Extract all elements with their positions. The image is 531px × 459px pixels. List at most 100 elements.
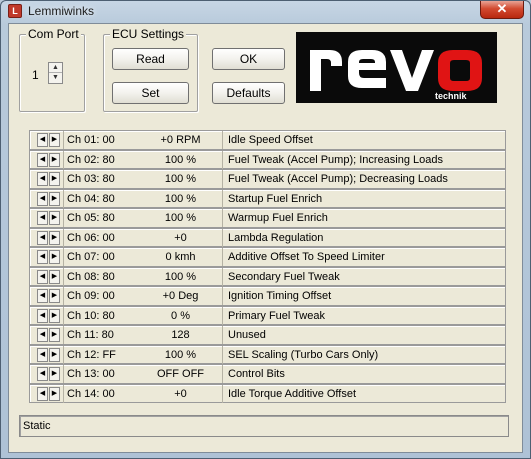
channel-id: Ch 14: 00 [67, 387, 115, 400]
channel-row: ◀ ▶ Ch 14: 00 +0 Idle Torque Additive Offset [29, 383, 506, 403]
channel-description: Lambda Regulation [228, 231, 324, 244]
com-port-label: Com Port [26, 27, 81, 41]
column-divider [63, 189, 64, 208]
channel-description: Secondary Fuel Tweak [228, 270, 340, 283]
arrow-left-icon[interactable]: ◀ [37, 269, 48, 284]
arrow-left-icon[interactable]: ◀ [37, 211, 48, 225]
arrow-left-icon[interactable]: ◀ [37, 347, 48, 362]
column-divider [63, 150, 64, 169]
channel-description: SEL Scaling (Turbo Cars Only) [228, 348, 379, 361]
channel-id: Ch 10: 80 [67, 309, 115, 322]
channel-value: 100 % [164, 348, 197, 361]
channel-id: Ch 04: 80 [67, 192, 115, 205]
status-bar: Static [19, 415, 509, 437]
channel-description: Ignition Timing Offset [228, 290, 332, 302]
com-port-spinner[interactable]: ▲ ▼ [48, 62, 63, 84]
column-divider [222, 365, 223, 383]
channel-list: ◀ ▶ Ch 01: 00 +0 RPM Idle Speed Offset ◀ ▶ Ch 0… [29, 130, 506, 403]
channel-description: Fuel Tweak (Accel Pump); Decreasing Load… [228, 173, 448, 185]
column-divider [222, 131, 223, 149]
channel-value: OFF OFF [156, 368, 205, 380]
set-button[interactable]: Set [112, 82, 189, 104]
window-title: Lemmiwinks [28, 4, 95, 18]
arrow-right-icon[interactable]: ▶ [49, 152, 60, 167]
channel-row: ◀ ▶ Ch 06: 00 +0 Lambda Regulation [29, 227, 506, 247]
column-divider [63, 365, 64, 383]
arrow-right-icon[interactable]: ▶ [49, 367, 60, 381]
ok-button[interactable]: OK [212, 48, 285, 70]
ecu-settings-group: ECU Settings Read Set [103, 27, 198, 112]
channel-row: ◀ ▶ Ch 05: 80 100 % Warmup Fuel Enrich [29, 208, 506, 228]
channel-row: ◀ ▶ Ch 11: 80 128 Unused [29, 325, 506, 345]
spin-down-icon[interactable]: ▼ [49, 73, 62, 83]
spin-up-icon[interactable]: ▲ [49, 63, 62, 73]
arrow-left-icon[interactable]: ◀ [37, 386, 48, 401]
channel-description: Primary Fuel Tweak [228, 309, 325, 322]
channel-id: Ch 06: 00 [67, 231, 115, 244]
arrow-left-icon[interactable]: ◀ [37, 172, 48, 186]
column-divider [63, 384, 64, 403]
com-port-group: Com Port 1 ▲ ▼ [19, 27, 85, 112]
column-divider [63, 287, 64, 305]
arrow-right-icon[interactable]: ▶ [49, 133, 60, 147]
channel-value: 100 % [164, 192, 197, 205]
arrow-right-icon[interactable]: ▶ [49, 250, 60, 264]
column-divider [222, 267, 223, 286]
arrow-right-icon[interactable]: ▶ [49, 347, 60, 362]
column-divider [63, 228, 64, 247]
logo-graphic: technik [296, 32, 497, 103]
arrow-left-icon[interactable]: ◀ [37, 152, 48, 167]
client-area: Com Port 1 ▲ ▼ ECU Settings Read Set OK … [8, 23, 523, 453]
channel-description: Control Bits [228, 368, 285, 380]
column-divider [222, 209, 223, 227]
channel-id: Ch 11: 80 [67, 329, 114, 341]
channel-row: ◀ ▶ Ch 07: 00 0 kmh Additive Offset To Speed… [29, 247, 506, 267]
arrow-right-icon[interactable]: ▶ [49, 289, 60, 303]
column-divider [63, 170, 64, 188]
arrow-right-icon[interactable]: ▶ [49, 308, 60, 323]
read-button[interactable]: Read [112, 48, 189, 70]
channel-row: ◀ ▶ Ch 04: 80 100 % Startup Fuel Enrich [29, 188, 506, 208]
arrow-left-icon[interactable]: ◀ [37, 328, 48, 342]
arrow-right-icon[interactable]: ▶ [49, 191, 60, 206]
status-text: Static [23, 420, 51, 432]
column-divider [222, 228, 223, 247]
arrow-left-icon[interactable]: ◀ [37, 133, 48, 147]
column-divider [222, 170, 223, 188]
app-window: L Lemmiwinks ✕ Com Port 1 ▲ ▼ ECU Settin… [0, 0, 531, 459]
close-button[interactable]: ✕ [480, 1, 524, 19]
arrow-right-icon[interactable]: ▶ [49, 172, 60, 186]
arrow-right-icon[interactable]: ▶ [49, 230, 60, 245]
channel-row: ◀ ▶ Ch 13: 00 OFF OFF Control Bits [29, 364, 506, 384]
column-divider [63, 306, 64, 325]
column-divider [222, 189, 223, 208]
channel-value: +0 [174, 231, 187, 244]
arrow-right-icon[interactable]: ▶ [49, 269, 60, 284]
arrow-left-icon[interactable]: ◀ [37, 191, 48, 206]
channel-value: 100 % [164, 173, 197, 185]
arrow-left-icon[interactable]: ◀ [37, 230, 48, 245]
channel-row: ◀ ▶ Ch 03: 80 100 % Fuel Tweak (Accel Pump);… [29, 169, 506, 189]
column-divider [63, 248, 64, 266]
channel-value: 100 % [164, 270, 197, 283]
column-divider [63, 131, 64, 149]
channel-description: Unused [228, 329, 266, 341]
channel-value: 0 kmh [165, 251, 196, 263]
defaults-button[interactable]: Defaults [212, 82, 285, 104]
arrow-right-icon[interactable]: ▶ [49, 211, 60, 225]
ecu-settings-label: ECU Settings [110, 27, 187, 41]
column-divider [222, 248, 223, 266]
arrow-left-icon[interactable]: ◀ [37, 367, 48, 381]
arrow-left-icon[interactable]: ◀ [37, 308, 48, 323]
arrow-right-icon[interactable]: ▶ [49, 328, 60, 342]
arrow-left-icon[interactable]: ◀ [37, 250, 48, 264]
column-divider [63, 345, 64, 364]
channel-value: +0 [174, 387, 187, 400]
arrow-right-icon[interactable]: ▶ [49, 386, 60, 401]
column-divider [222, 326, 223, 344]
arrow-left-icon[interactable]: ◀ [37, 289, 48, 303]
title-bar[interactable]: L Lemmiwinks ✕ [1, 1, 530, 23]
com-port-value: 1 [32, 68, 39, 82]
channel-row: ◀ ▶ Ch 12: FF 100 % SEL Scaling (Turbo Cars … [29, 344, 506, 364]
column-divider [222, 150, 223, 169]
